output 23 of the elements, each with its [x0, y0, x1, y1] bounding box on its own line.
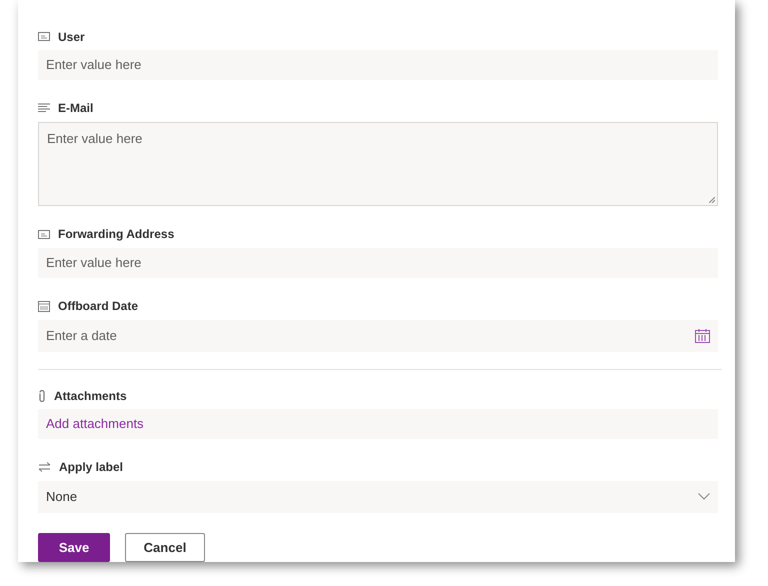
input-field[interactable]: Enter value here — [38, 50, 718, 80]
input-field[interactable]: Enter value here — [38, 248, 718, 278]
date-field[interactable]: Enter a date — [38, 320, 718, 352]
save-button[interactable]: Save — [38, 533, 110, 562]
resize-handle-icon — [709, 196, 715, 203]
field-label: E-Mail — [58, 101, 94, 116]
swap-arrows-icon — [38, 462, 51, 472]
field-label: Forwarding Address — [58, 227, 174, 242]
lines-icon — [38, 103, 50, 114]
text-field-icon — [38, 32, 50, 42]
field-label: Offboard Date — [58, 299, 138, 314]
calendar-icon[interactable] — [695, 328, 710, 343]
text-field-icon — [38, 230, 50, 239]
add-attachments-link[interactable]: Add attachments — [46, 416, 144, 432]
cancel-button[interactable]: Cancel — [125, 533, 205, 562]
calendar-icon — [38, 300, 50, 312]
dropdown[interactable]: None — [38, 480, 718, 514]
field-label: User — [58, 30, 85, 44]
paperclip-icon — [38, 390, 46, 402]
field-label: Attachments — [54, 388, 127, 403]
text-area[interactable]: Enter value here — [38, 122, 718, 206]
field-label: Apply label — [59, 460, 124, 474]
chevron-down-icon — [698, 493, 710, 500]
